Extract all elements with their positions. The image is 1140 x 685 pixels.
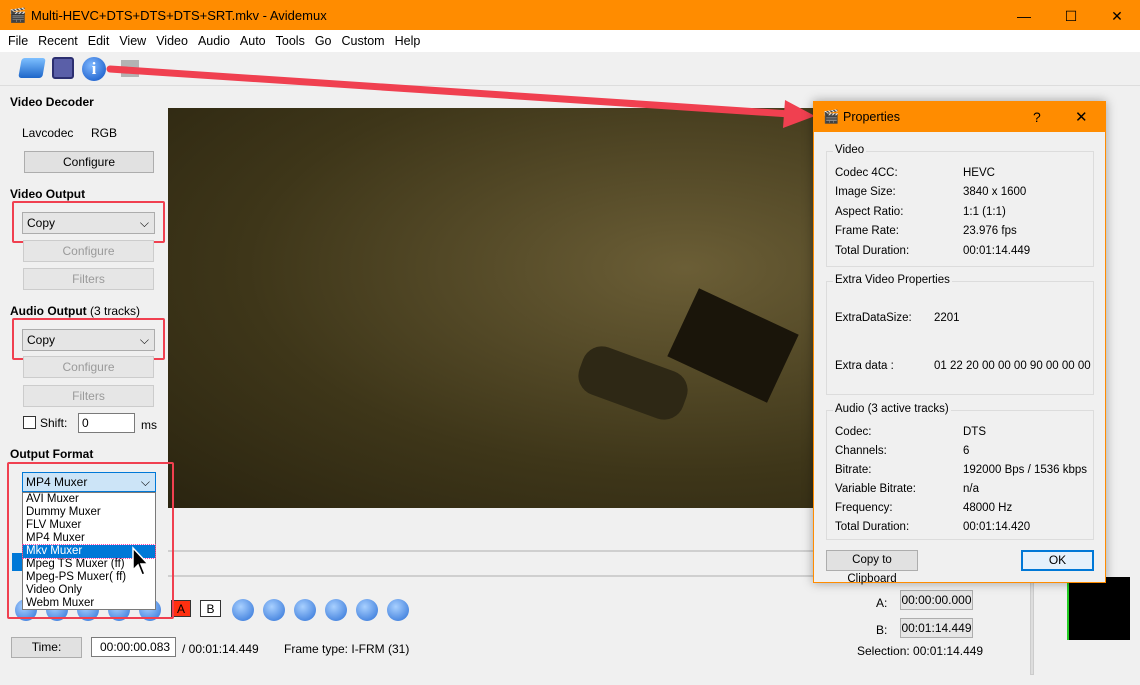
video-group-heading: Video [833,144,867,156]
audio-group-heading: Audio (3 active tracks) [833,403,951,415]
video-value: 23.976 fps [963,225,1017,237]
app-clapper-icon: 🎬 [823,109,840,124]
extra-value: 01 22 20 00 00 00 90 00 00 00 [934,360,1091,372]
video-label: Total Duration: [835,245,910,257]
audio-value: 6 [963,445,970,457]
extra-group-heading: Extra Video Properties [833,274,952,286]
extra-group: Extra Video Properties [826,274,1094,395]
extra-value: 2201 [934,312,960,324]
audio-value: 00:01:14.420 [963,521,1031,533]
audio-label: Codec: [835,426,872,438]
audio-label: Bitrate: [835,464,872,476]
video-value: HEVC [963,167,995,179]
audio-value: 192000 Bps / 1536 kbps [963,464,1088,476]
video-value: 1:1 (1:1) [963,206,1006,218]
extra-label: Extra data : [835,360,894,372]
copy-to-clipboard-button[interactable]: Copy to Clipboard [826,550,918,585]
help-button[interactable]: ? [1033,109,1041,125]
audio-label: Frequency: [835,502,893,514]
video-label: Aspect Ratio: [835,206,904,218]
video-label: Image Size: [835,186,896,198]
properties-dialog: 🎬 Properties ? ✕ Video Extra Video Prope… [813,101,1106,585]
audio-value: DTS [963,426,986,438]
audio-value: 48000 Hz [963,502,1013,514]
dialog-title: Properties [843,110,900,124]
dialog-close-button[interactable]: ✕ [1075,108,1088,126]
audio-value: n/a [963,483,979,495]
audio-label: Total Duration: [835,521,910,533]
extra-label: ExtraDataSize: [835,312,912,324]
audio-label: Variable Bitrate: [835,483,916,495]
video-label: Frame Rate: [835,225,899,237]
audio-label: Channels: [835,445,887,457]
ok-button[interactable]: OK [1021,550,1094,571]
dialog-title-bar: 🎬 Properties ? ✕ [814,102,1105,132]
video-value: 00:01:14.449 [963,245,1031,257]
video-label: Codec 4CC: [835,167,898,179]
video-value: 3840 x 1600 [963,186,1027,198]
